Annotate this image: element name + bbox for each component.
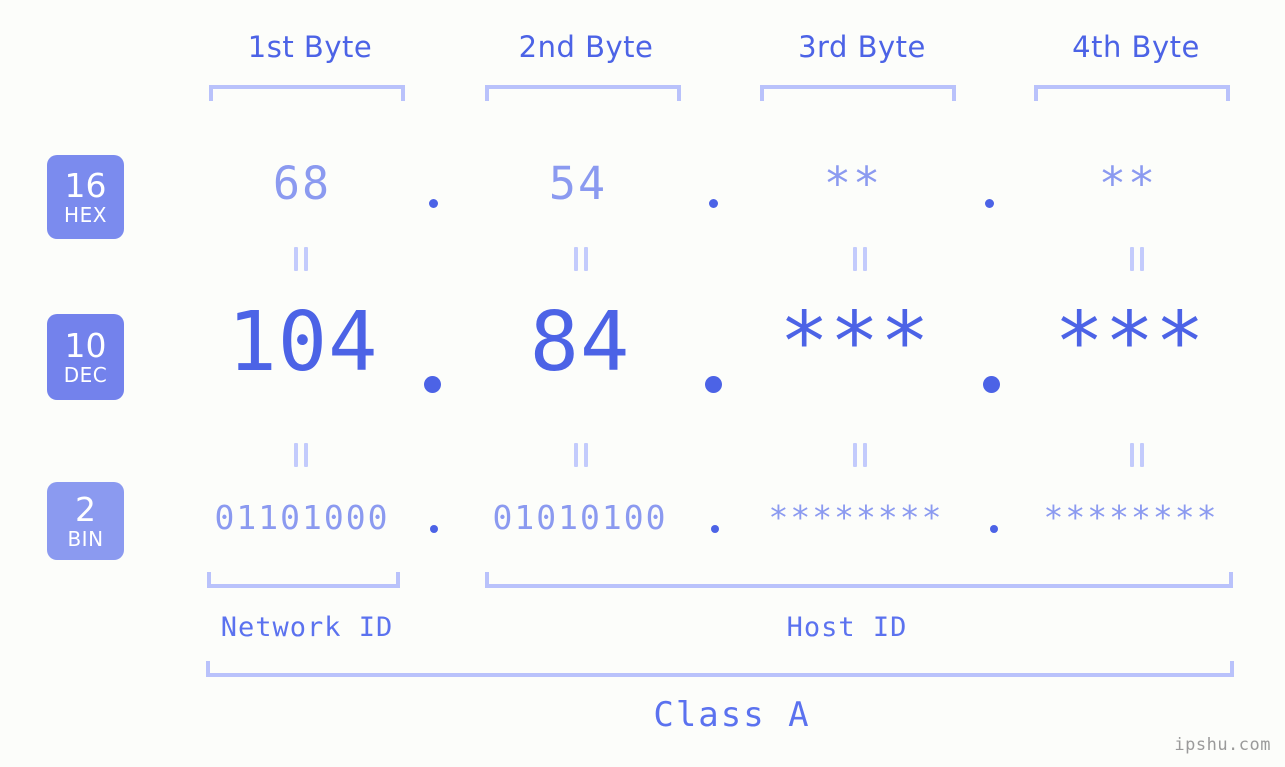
header-3rd-byte: 3rd Byte xyxy=(798,30,926,64)
header-1st-byte: 1st Byte xyxy=(247,30,373,64)
bracket-host-id xyxy=(485,572,1233,588)
watermark: ipshu.com xyxy=(1174,735,1271,755)
dec-byte-1: 104 xyxy=(227,295,379,390)
hex-byte-1: 68 xyxy=(272,157,332,210)
hex-byte-4: ** xyxy=(1098,157,1158,210)
base-badge-bin-abbr: BIN xyxy=(67,527,104,551)
equivalence-mark-dec-bin-2 xyxy=(574,443,588,467)
dec-separator-dot-3 xyxy=(983,376,1000,393)
equivalence-mark-hex-dec-1 xyxy=(294,247,308,271)
label-host-id: Host ID xyxy=(786,612,908,643)
bracket-byte-2 xyxy=(485,85,681,101)
base-badge-dec: 10 DEC xyxy=(47,314,124,400)
bin-separator-dot-3 xyxy=(990,525,998,533)
dec-byte-2: 84 xyxy=(529,295,631,390)
ip-address-breakdown-diagram: 1st Byte 2nd Byte 3rd Byte 4th Byte 16 H… xyxy=(0,0,1285,767)
bin-separator-dot-1 xyxy=(430,525,438,533)
equivalence-mark-dec-bin-4 xyxy=(1130,443,1144,467)
bracket-byte-4 xyxy=(1034,85,1230,101)
bracket-byte-3 xyxy=(760,85,956,101)
bracket-byte-1 xyxy=(209,85,405,101)
base-badge-dec-abbr: DEC xyxy=(63,363,108,387)
equivalence-mark-dec-bin-3 xyxy=(853,443,867,467)
base-badge-hex-number: 16 xyxy=(64,166,107,205)
dec-separator-dot-1 xyxy=(424,376,441,393)
base-badge-bin-number: 2 xyxy=(75,490,96,529)
bin-byte-1: 01101000 xyxy=(214,498,390,537)
equivalence-mark-dec-bin-1 xyxy=(294,443,308,467)
base-badge-hex-abbr: HEX xyxy=(64,203,107,227)
equivalence-mark-hex-dec-2 xyxy=(574,247,588,271)
base-badge-bin: 2 BIN xyxy=(47,482,124,560)
bin-separator-dot-2 xyxy=(711,525,719,533)
bracket-class xyxy=(206,661,1234,677)
hex-separator-dot-1 xyxy=(429,199,438,208)
bin-byte-3: ******** xyxy=(768,498,944,537)
dec-byte-3: *** xyxy=(779,295,931,390)
label-class: Class A xyxy=(653,695,811,735)
base-badge-hex: 16 HEX xyxy=(47,155,124,239)
label-network-id: Network ID xyxy=(220,612,394,643)
bracket-network-id xyxy=(207,572,400,588)
dec-byte-4: *** xyxy=(1054,295,1206,390)
header-2nd-byte: 2nd Byte xyxy=(518,30,654,64)
hex-separator-dot-3 xyxy=(985,199,994,208)
equivalence-mark-hex-dec-3 xyxy=(853,247,867,271)
bin-byte-4: ******** xyxy=(1043,498,1219,537)
header-4th-byte: 4th Byte xyxy=(1072,30,1200,64)
base-badge-dec-number: 10 xyxy=(64,326,107,365)
equivalence-mark-hex-dec-4 xyxy=(1130,247,1144,271)
bin-byte-2: 01010100 xyxy=(492,498,668,537)
dec-separator-dot-2 xyxy=(705,376,722,393)
hex-byte-3: ** xyxy=(823,157,883,210)
hex-separator-dot-2 xyxy=(709,199,718,208)
hex-byte-2: 54 xyxy=(548,157,608,210)
